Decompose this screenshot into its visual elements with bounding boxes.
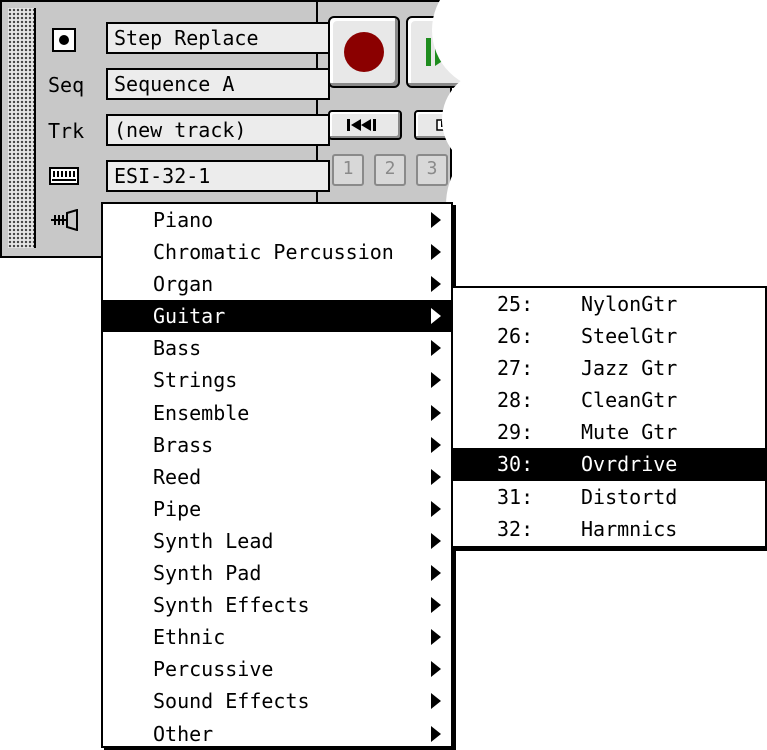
submenu-arrow-icon xyxy=(431,212,441,228)
submenu-arrow-icon xyxy=(431,725,441,742)
menu-item-synth-effects[interactable]: Synth Effects xyxy=(103,589,451,621)
patch-name: CleanGtr xyxy=(581,388,678,413)
patch-name: Ovrdrive xyxy=(581,452,678,477)
menu-item-bass[interactable]: Bass xyxy=(103,332,451,364)
instrument-category-menu: Piano Chromatic Percussion Organ Guitar Bass… xyxy=(101,202,453,748)
record-mode-field[interactable]: Step Replace xyxy=(106,22,330,54)
trk-label: Trk xyxy=(48,119,85,143)
submenu-arrow-icon xyxy=(431,404,441,421)
track-field[interactable]: (new track) xyxy=(106,114,330,146)
menu-item-guitar[interactable]: Guitar xyxy=(103,300,451,333)
track-1-button[interactable]: 1 xyxy=(332,154,364,186)
track-2-button[interactable]: 2 xyxy=(374,154,406,186)
patch-name: SteelGtr xyxy=(581,324,678,349)
patch-number: 25: xyxy=(497,292,534,316)
menu-item-chromatic-percussion[interactable]: Chromatic Percussion xyxy=(103,236,451,268)
submenu-arrow-icon xyxy=(431,597,441,614)
menu-item-label: Brass xyxy=(153,432,214,457)
menu-item-reed[interactable]: Reed xyxy=(103,461,451,493)
menu-item-strings[interactable]: Strings xyxy=(103,364,451,396)
submenu-arrow-icon xyxy=(431,340,441,357)
menu-item-label: Synth Pad xyxy=(153,561,262,586)
patch-number: 26: xyxy=(497,324,534,349)
torn-edge xyxy=(446,150,526,260)
submenu-arrow-icon xyxy=(431,500,441,517)
record-button[interactable] xyxy=(328,16,400,88)
submenu-arrow-icon xyxy=(431,629,441,646)
record-mode-icon[interactable] xyxy=(48,26,80,54)
device-field[interactable]: ESI-32-1 xyxy=(106,160,330,192)
submenu-arrow-icon xyxy=(431,661,441,678)
patch-item-steelgtr[interactable]: 26: SteelGtr xyxy=(453,320,765,352)
menu-item-label: Synth Lead xyxy=(153,528,274,553)
submenu-arrow-icon xyxy=(431,693,441,710)
seq-label: Seq xyxy=(48,73,85,97)
keyboard-icon xyxy=(48,162,80,190)
submenu-arrow-icon xyxy=(431,436,441,453)
submenu-arrow-icon xyxy=(431,532,441,549)
menu-item-synth-lead[interactable]: Synth Lead xyxy=(103,525,451,557)
patch-item-harmnics[interactable]: 32: Harmnics xyxy=(453,513,765,545)
patch-item-distortd[interactable]: 31: Distortd xyxy=(453,481,765,513)
menu-item-label: Synth Effects xyxy=(153,593,310,618)
submenu-arrow-icon xyxy=(431,565,441,582)
menu-item-label: Bass xyxy=(153,336,202,361)
rewind-icon xyxy=(347,119,376,131)
menu-item-sound-effects[interactable]: Sound Effects xyxy=(103,685,451,717)
menu-item-label: Percussive xyxy=(153,657,274,682)
menu-item-other[interactable]: Other xyxy=(103,718,451,750)
menu-item-label: Ensemble xyxy=(153,400,250,425)
patch-number: 27: xyxy=(497,356,534,381)
patch-item-jazz-gtr[interactable]: 27: Jazz Gtr xyxy=(453,352,765,384)
record-icon xyxy=(344,32,384,72)
patch-number: 29: xyxy=(497,420,534,445)
patch-number: 28: xyxy=(497,388,534,413)
instrument-icon[interactable] xyxy=(48,206,80,234)
menu-item-label: Strings xyxy=(153,368,238,393)
patch-item-cleangtr[interactable]: 28: CleanGtr xyxy=(453,384,765,416)
submenu-arrow-icon xyxy=(431,276,441,293)
menu-item-percussive[interactable]: Percussive xyxy=(103,653,451,685)
panel-drag-grip[interactable] xyxy=(8,8,36,248)
menu-item-pipe[interactable]: Pipe xyxy=(103,493,451,525)
menu-item-label: Pipe xyxy=(153,496,202,521)
menu-item-label: Sound Effects xyxy=(153,689,310,714)
menu-item-synth-pad[interactable]: Synth Pad xyxy=(103,557,451,589)
patch-name: Mute Gtr xyxy=(581,420,678,445)
submenu-arrow-icon xyxy=(431,244,441,261)
menu-item-label: Guitar xyxy=(153,304,226,329)
patch-number: 31: xyxy=(497,484,534,509)
menu-item-label: Piano xyxy=(153,208,214,232)
menu-item-label: Other xyxy=(153,721,214,746)
patch-item-nylongtr[interactable]: 25: NylonGtr xyxy=(453,288,765,320)
menu-item-label: Chromatic Percussion xyxy=(153,240,394,265)
menu-item-label: Reed xyxy=(153,464,202,489)
patch-number: 30: xyxy=(497,452,534,477)
menu-item-ensemble[interactable]: Ensemble xyxy=(103,397,451,429)
rewind-button[interactable] xyxy=(328,110,402,140)
menu-item-ethnic[interactable]: Ethnic xyxy=(103,621,451,653)
patch-name: NylonGtr xyxy=(581,292,678,316)
menu-item-label: Ethnic xyxy=(153,625,226,650)
patch-name: Distortd xyxy=(581,484,678,509)
guitar-patch-submenu: 25: NylonGtr 26: SteelGtr 27: Jazz Gtr 28: Clea… xyxy=(451,286,767,548)
sequence-field[interactable]: Sequence A xyxy=(106,68,330,100)
patch-name: Jazz Gtr xyxy=(581,356,678,381)
menu-item-label: Organ xyxy=(153,272,214,297)
submenu-arrow-icon xyxy=(431,372,441,389)
patch-number: 32: xyxy=(497,516,534,541)
menu-item-organ[interactable]: Organ xyxy=(103,268,451,300)
patch-item-mute-gtr[interactable]: 29: Mute Gtr xyxy=(453,416,765,448)
track-3-button[interactable]: 3 xyxy=(416,154,448,186)
menu-item-brass[interactable]: Brass xyxy=(103,429,451,461)
menu-item-piano[interactable]: Piano xyxy=(103,204,451,236)
patch-item-ovrdrive[interactable]: 30: Ovrdrive xyxy=(453,448,765,481)
submenu-arrow-icon xyxy=(431,468,441,485)
submenu-arrow-icon xyxy=(431,308,441,325)
patch-name: Harmnics xyxy=(581,516,678,541)
